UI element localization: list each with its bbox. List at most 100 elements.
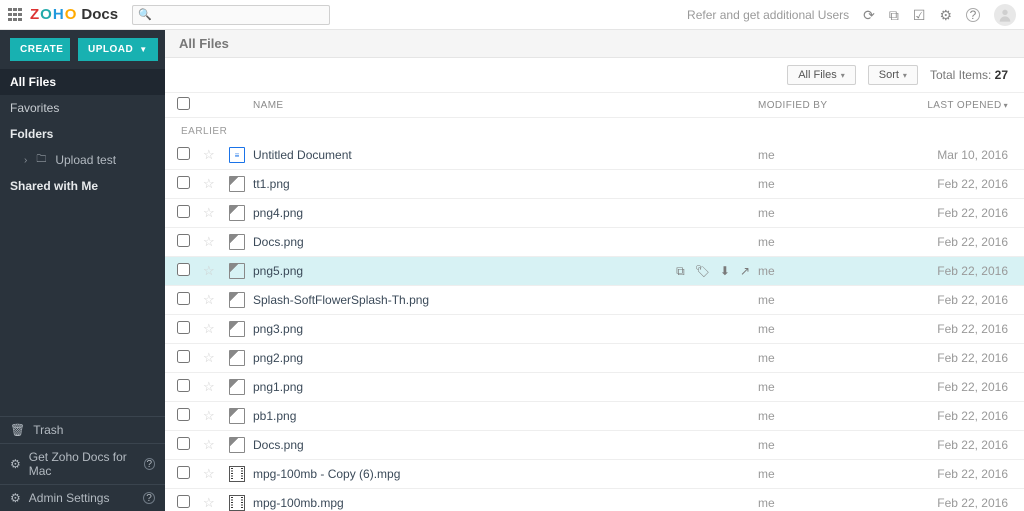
dropbox-icon[interactable]: ⧉	[889, 8, 899, 22]
table-row[interactable]: ☆png5.png⧉🏷⬇↗meFeb 22, 2016	[165, 257, 1024, 286]
select-all-checkbox[interactable]	[177, 97, 190, 110]
row-checkbox[interactable]	[177, 466, 190, 479]
table-row[interactable]: ☆Docs.png⧉🏷⬇↗meFeb 22, 2016	[165, 228, 1024, 257]
star-icon[interactable]: ☆	[203, 147, 229, 163]
row-checkbox[interactable]	[177, 350, 190, 363]
sidebar-get-zoho-docs-for-mac[interactable]: ⚙Get Zoho Docs for Mac?	[0, 443, 165, 484]
table-row[interactable]: ☆png2.png⧉🏷⬇↗meFeb 22, 2016	[165, 344, 1024, 373]
file-name[interactable]: png5.png	[253, 264, 303, 278]
settings-icon[interactable]: ⚙	[939, 8, 952, 22]
table-row[interactable]: ☆png4.png⧉🏷⬇↗meFeb 22, 2016	[165, 199, 1024, 228]
sidebar-item-all-files[interactable]: All Files	[0, 69, 165, 95]
search-input[interactable]	[132, 5, 330, 25]
row-checkbox[interactable]	[177, 379, 190, 392]
star-icon[interactable]: ☆	[203, 408, 229, 424]
sidebar-trash[interactable]: 🗑Trash	[0, 416, 165, 443]
modified-by: me	[758, 322, 888, 336]
file-name[interactable]: Docs.png	[253, 235, 304, 249]
row-checkbox[interactable]	[177, 263, 190, 276]
file-name[interactable]: pb1.png	[253, 409, 296, 423]
row-checkbox[interactable]	[177, 437, 190, 450]
last-opened: Feb 22, 2016	[888, 177, 1008, 191]
sort-dropdown[interactable]: Sort▾	[868, 65, 918, 85]
refresh-icon[interactable]: ⟳	[863, 8, 875, 22]
modified-by: me	[758, 496, 888, 510]
row-actions: ⧉ 🏷 ⬇ ↗	[676, 264, 750, 279]
modified-by: me	[758, 177, 888, 191]
row-checkbox[interactable]	[177, 408, 190, 421]
modified-by: me	[758, 380, 888, 394]
row-checkbox[interactable]	[177, 205, 190, 218]
preview-icon[interactable]: ⧉	[676, 264, 685, 279]
help-icon[interactable]: ?	[144, 458, 155, 470]
table-row[interactable]: ☆png3.png⧉🏷⬇↗meFeb 22, 2016	[165, 315, 1024, 344]
file-name[interactable]: png4.png	[253, 206, 303, 220]
upload-button[interactable]: UPLOAD▼	[78, 38, 158, 61]
column-modified[interactable]: MODIFIED BY	[758, 100, 888, 111]
star-icon[interactable]: ☆	[203, 176, 229, 192]
download-icon[interactable]: ⬇	[720, 264, 730, 279]
file-name[interactable]: Docs.png	[253, 438, 304, 452]
row-checkbox[interactable]	[177, 495, 190, 508]
column-last-opened[interactable]: LAST OPENED▾	[888, 100, 1008, 111]
star-icon[interactable]: ☆	[203, 321, 229, 337]
help-icon[interactable]: ?	[966, 8, 980, 22]
row-checkbox[interactable]	[177, 147, 190, 160]
star-icon[interactable]: ☆	[203, 437, 229, 453]
file-name[interactable]: tt1.png	[253, 177, 290, 191]
file-type-img-icon	[229, 176, 245, 192]
create-button[interactable]: CREATE	[10, 38, 70, 61]
help-icon[interactable]: ?	[143, 492, 155, 504]
filter-dropdown[interactable]: All Files▾	[787, 65, 856, 85]
star-icon[interactable]: ☆	[203, 379, 229, 395]
table-row[interactable]: ☆Docs.png⧉🏷⬇↗meFeb 22, 2016	[165, 431, 1024, 460]
file-name[interactable]: png1.png	[253, 380, 303, 394]
gear-icon: ⚙	[10, 457, 21, 471]
row-checkbox[interactable]	[177, 321, 190, 334]
share-icon[interactable]: ↗	[740, 264, 750, 279]
star-icon[interactable]: ☆	[203, 495, 229, 511]
folder-upload-test[interactable]: 🗀Upload test	[0, 147, 165, 173]
file-name[interactable]: png2.png	[253, 351, 303, 365]
file-name[interactable]: mpg-100mb - Copy (6).mpg	[253, 467, 400, 481]
star-icon[interactable]: ☆	[203, 234, 229, 250]
table-row[interactable]: ☆≡Untitled Document⧉🏷⬇↗meMar 10, 2016	[165, 141, 1024, 170]
file-type-img-icon	[229, 234, 245, 250]
table-row[interactable]: ☆pb1.png⧉🏷⬇↗meFeb 22, 2016	[165, 402, 1024, 431]
file-type-img-icon	[229, 437, 245, 453]
row-checkbox[interactable]	[177, 234, 190, 247]
table-row[interactable]: ☆Splash-SoftFlowerSplash-Th.png⧉🏷⬇↗meFeb…	[165, 286, 1024, 315]
star-icon[interactable]: ☆	[203, 292, 229, 308]
tag-icon[interactable]: 🏷	[695, 264, 710, 279]
modified-by: me	[758, 409, 888, 423]
sidebar-folders-header[interactable]: Folders	[0, 121, 165, 147]
file-name[interactable]: png3.png	[253, 322, 303, 336]
star-icon[interactable]: ☆	[203, 466, 229, 482]
table-row[interactable]: ☆mpg-100mb.mpg⧉🏷⬇↗meFeb 22, 2016	[165, 489, 1024, 511]
refer-link[interactable]: Refer and get additional Users	[687, 8, 849, 22]
table-row[interactable]: ☆png1.png⧉🏷⬇↗meFeb 22, 2016	[165, 373, 1024, 402]
column-name[interactable]: NAME	[253, 100, 758, 111]
file-type-img-icon	[229, 205, 245, 221]
file-name[interactable]: Splash-SoftFlowerSplash-Th.png	[253, 293, 429, 307]
file-type-img-icon	[229, 350, 245, 366]
star-icon[interactable]: ☆	[203, 263, 229, 279]
table-row[interactable]: ☆mpg-100mb - Copy (6).mpg⧉🏷⬇↗meFeb 22, 2…	[165, 460, 1024, 489]
row-checkbox[interactable]	[177, 176, 190, 189]
last-opened: Feb 22, 2016	[888, 206, 1008, 220]
sidebar-admin-settings[interactable]: ⚙Admin Settings?	[0, 484, 165, 511]
table-row[interactable]: ☆tt1.png⧉🏷⬇↗meFeb 22, 2016	[165, 170, 1024, 199]
modified-by: me	[758, 467, 888, 481]
tasks-icon[interactable]: ☑	[913, 8, 926, 22]
app-logo[interactable]: Z O H O Docs	[30, 6, 118, 23]
user-avatar[interactable]	[994, 4, 1016, 26]
row-checkbox[interactable]	[177, 292, 190, 305]
apps-grid-icon[interactable]	[8, 8, 22, 22]
sidebar: CREATE UPLOAD▼ All FilesFavorites Folder…	[0, 30, 165, 511]
file-name[interactable]: Untitled Document	[253, 148, 352, 162]
star-icon[interactable]: ☆	[203, 205, 229, 221]
star-icon[interactable]: ☆	[203, 350, 229, 366]
file-name[interactable]: mpg-100mb.mpg	[253, 496, 344, 510]
sidebar-item-favorites[interactable]: Favorites	[0, 95, 165, 121]
sidebar-shared[interactable]: Shared with Me	[0, 173, 165, 199]
